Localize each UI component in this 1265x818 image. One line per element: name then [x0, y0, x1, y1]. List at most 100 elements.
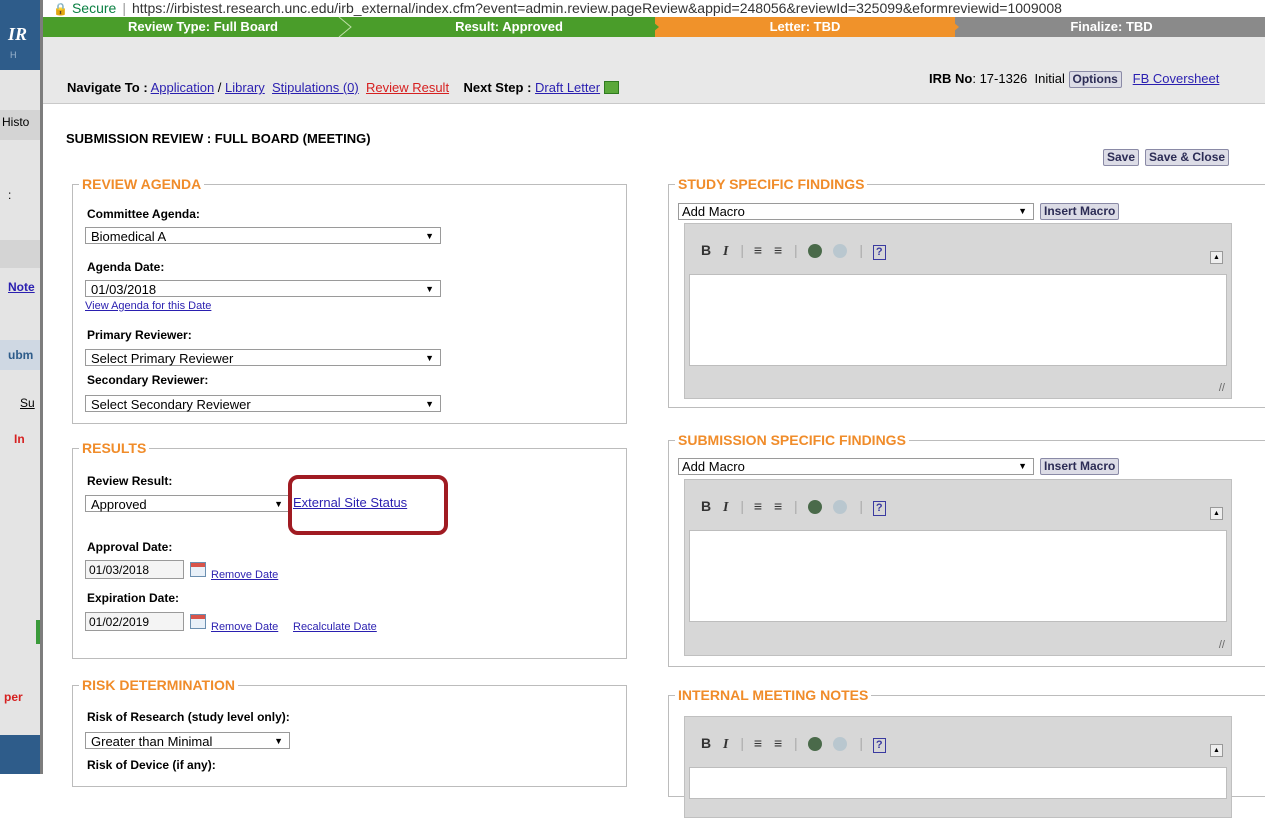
risk-research-label: Risk of Research (study level only):: [87, 710, 290, 724]
chevron-icon: [947, 17, 959, 37]
help-icon[interactable]: ?: [872, 501, 886, 516]
library-link[interactable]: Library: [225, 80, 265, 95]
review-window: 🔒 Secure | https://irbistest.research.unc.e…: [40, 0, 1265, 818]
help-icon[interactable]: ?: [872, 245, 886, 260]
expiration-date-label: Expiration Date:: [87, 591, 180, 605]
agenda-date-select[interactable]: 01/03/2018 ▼: [85, 280, 441, 297]
save-button[interactable]: Save: [1103, 149, 1140, 166]
step-review-type: Review Type: Full Board: [43, 17, 363, 37]
home-link[interactable]: H: [10, 50, 17, 60]
bold-icon[interactable]: B: [701, 735, 711, 751]
sidebar-fragment: per: [4, 690, 23, 704]
results-legend: RESULTS: [79, 440, 150, 456]
bold-icon[interactable]: B: [701, 498, 711, 514]
risk-legend: RISK DETERMINATION: [79, 677, 238, 693]
study-findings-textarea[interactable]: [689, 274, 1227, 366]
link-icon[interactable]: [807, 244, 822, 259]
risk-device-label: Risk of Device (if any):: [87, 758, 216, 772]
resize-handle-icon[interactable]: //: [1219, 382, 1225, 394]
collapse-icon[interactable]: ▲: [1210, 744, 1223, 757]
agenda-date-label: Agenda Date:: [87, 260, 165, 274]
navigate-to-label: Navigate To :: [67, 80, 148, 95]
bullet-list-icon[interactable]: ≡: [774, 242, 782, 258]
irb-no-label: IRB No: [929, 71, 973, 86]
calendar-icon[interactable]: [190, 562, 206, 577]
sidebar-fragment[interactable]: Note: [8, 280, 35, 294]
bullet-list-icon[interactable]: ≡: [774, 735, 782, 751]
submission-findings-legend: SUBMISSION SPECIFIC FINDINGS: [675, 432, 909, 448]
secondary-reviewer-label: Secondary Reviewer:: [87, 373, 209, 387]
submission-findings-editor[interactable]: B I | ≡ ≡ | | ? ▲ //: [684, 479, 1232, 656]
meeting-notes-textarea[interactable]: [689, 767, 1227, 799]
review-result-link[interactable]: Review Result: [366, 80, 449, 95]
primary-reviewer-label: Primary Reviewer:: [87, 328, 192, 342]
step-result: Result: Approved: [363, 17, 655, 37]
study-macro-select[interactable]: Add Macro ▼: [678, 203, 1034, 220]
save-close-button[interactable]: Save & Close: [1145, 149, 1230, 166]
numbered-list-icon[interactable]: ≡: [754, 735, 762, 751]
italic-icon[interactable]: I: [723, 500, 728, 516]
submission-findings-textarea[interactable]: [689, 530, 1227, 622]
url-text[interactable]: https://irbistest.research.unc.edu/irb_e…: [132, 0, 1062, 16]
risk-research-select[interactable]: Greater than Minimal ▼: [85, 732, 290, 749]
secondary-reviewer-select[interactable]: Select Secondary Reviewer ▼: [85, 395, 441, 412]
study-findings-legend: STUDY SPECIFIC FINDINGS: [675, 176, 868, 192]
link-icon[interactable]: [807, 500, 822, 515]
app-logo: IR: [8, 24, 28, 44]
calendar-icon[interactable]: [190, 614, 206, 629]
sidebar-fragment: In: [14, 432, 25, 446]
draft-letter-link[interactable]: Draft Letter: [535, 80, 600, 95]
options-button[interactable]: Options: [1068, 71, 1122, 88]
sidebar-fragment[interactable]: Su: [20, 396, 35, 410]
submission-insert-macro-button[interactable]: Insert Macro: [1040, 458, 1120, 475]
editor-toolbar: B I | ≡ ≡ | | ?: [701, 498, 894, 516]
numbered-list-icon[interactable]: ≡: [754, 498, 762, 514]
collapse-icon[interactable]: ▲: [1210, 507, 1223, 520]
primary-reviewer-select[interactable]: Select Primary Reviewer ▼: [85, 349, 441, 366]
recalculate-date-link[interactable]: Recalculate Date: [293, 621, 377, 633]
chevron-icon: [338, 17, 352, 37]
risk-determination-panel: RISK DETERMINATION Risk of Research (stu…: [72, 677, 627, 787]
background-app-sidebar: IR H Histo : Note ubm Su In per: [0, 0, 40, 774]
meeting-notes-panel: INTERNAL MEETING NOTES B I | ≡ ≡ | | ? ▲: [668, 687, 1265, 818]
numbered-list-icon[interactable]: ≡: [754, 242, 762, 258]
help-icon[interactable]: ?: [872, 738, 886, 753]
remove-approval-date-link[interactable]: Remove Date: [211, 569, 278, 581]
collapse-icon[interactable]: ▲: [1210, 251, 1223, 264]
review-agenda-legend: REVIEW AGENDA: [79, 176, 205, 192]
expiration-date-field[interactable]: 01/02/2019: [85, 612, 184, 631]
secure-label: Secure: [71, 0, 117, 16]
link-icon[interactable]: [807, 737, 822, 752]
remove-expiration-date-link[interactable]: Remove Date: [211, 621, 278, 633]
stipulations-link[interactable]: Stipulations (0): [272, 80, 359, 95]
resize-handle-icon[interactable]: //: [1219, 639, 1225, 651]
review-result-select[interactable]: Approved ▼: [85, 495, 290, 512]
bullet-list-icon[interactable]: ≡: [774, 498, 782, 514]
fb-coversheet-link[interactable]: FB Coversheet: [1133, 71, 1220, 86]
bold-icon[interactable]: B: [701, 242, 711, 258]
editor-toolbar: B I | ≡ ≡ | | ?: [701, 735, 894, 753]
editor-toolbar: B I | ≡ ≡ | | ?: [701, 242, 894, 260]
submission-findings-panel: SUBMISSION SPECIFIC FINDINGS Add Macro ▼ …: [668, 432, 1265, 667]
unlink-icon[interactable]: [833, 500, 848, 515]
unlink-icon[interactable]: [833, 737, 848, 752]
meeting-notes-editor[interactable]: B I | ≡ ≡ | | ? ▲: [684, 716, 1232, 818]
submission-macro-select[interactable]: Add Macro ▼: [678, 458, 1034, 475]
committee-agenda-select[interactable]: Biomedical A ▼: [85, 227, 441, 244]
unlink-icon[interactable]: [833, 244, 848, 259]
study-insert-macro-button[interactable]: Insert Macro: [1040, 203, 1120, 220]
view-agenda-link[interactable]: View Agenda for this Date: [85, 300, 211, 312]
italic-icon[interactable]: I: [723, 244, 728, 260]
approval-date-field[interactable]: 01/03/2018: [85, 560, 184, 579]
study-findings-editor[interactable]: B I | ≡ ≡ | | ? ▲ //: [684, 223, 1232, 399]
step-letter: Letter: TBD: [655, 17, 955, 37]
highlight-annotation: [288, 475, 448, 535]
sidebar-fragment: ubm: [8, 348, 34, 362]
italic-icon[interactable]: I: [723, 737, 728, 753]
study-findings-panel: STUDY SPECIFIC FINDINGS Add Macro ▼ Inser…: [668, 176, 1265, 408]
next-step-label: Next Step :: [463, 80, 532, 95]
application-link[interactable]: Application: [151, 80, 215, 95]
address-bar[interactable]: 🔒 Secure | https://irbistest.research.unc.e…: [43, 0, 1265, 18]
review-result-label: Review Result:: [87, 474, 173, 488]
step-finalize: Finalize: TBD: [955, 17, 1265, 37]
